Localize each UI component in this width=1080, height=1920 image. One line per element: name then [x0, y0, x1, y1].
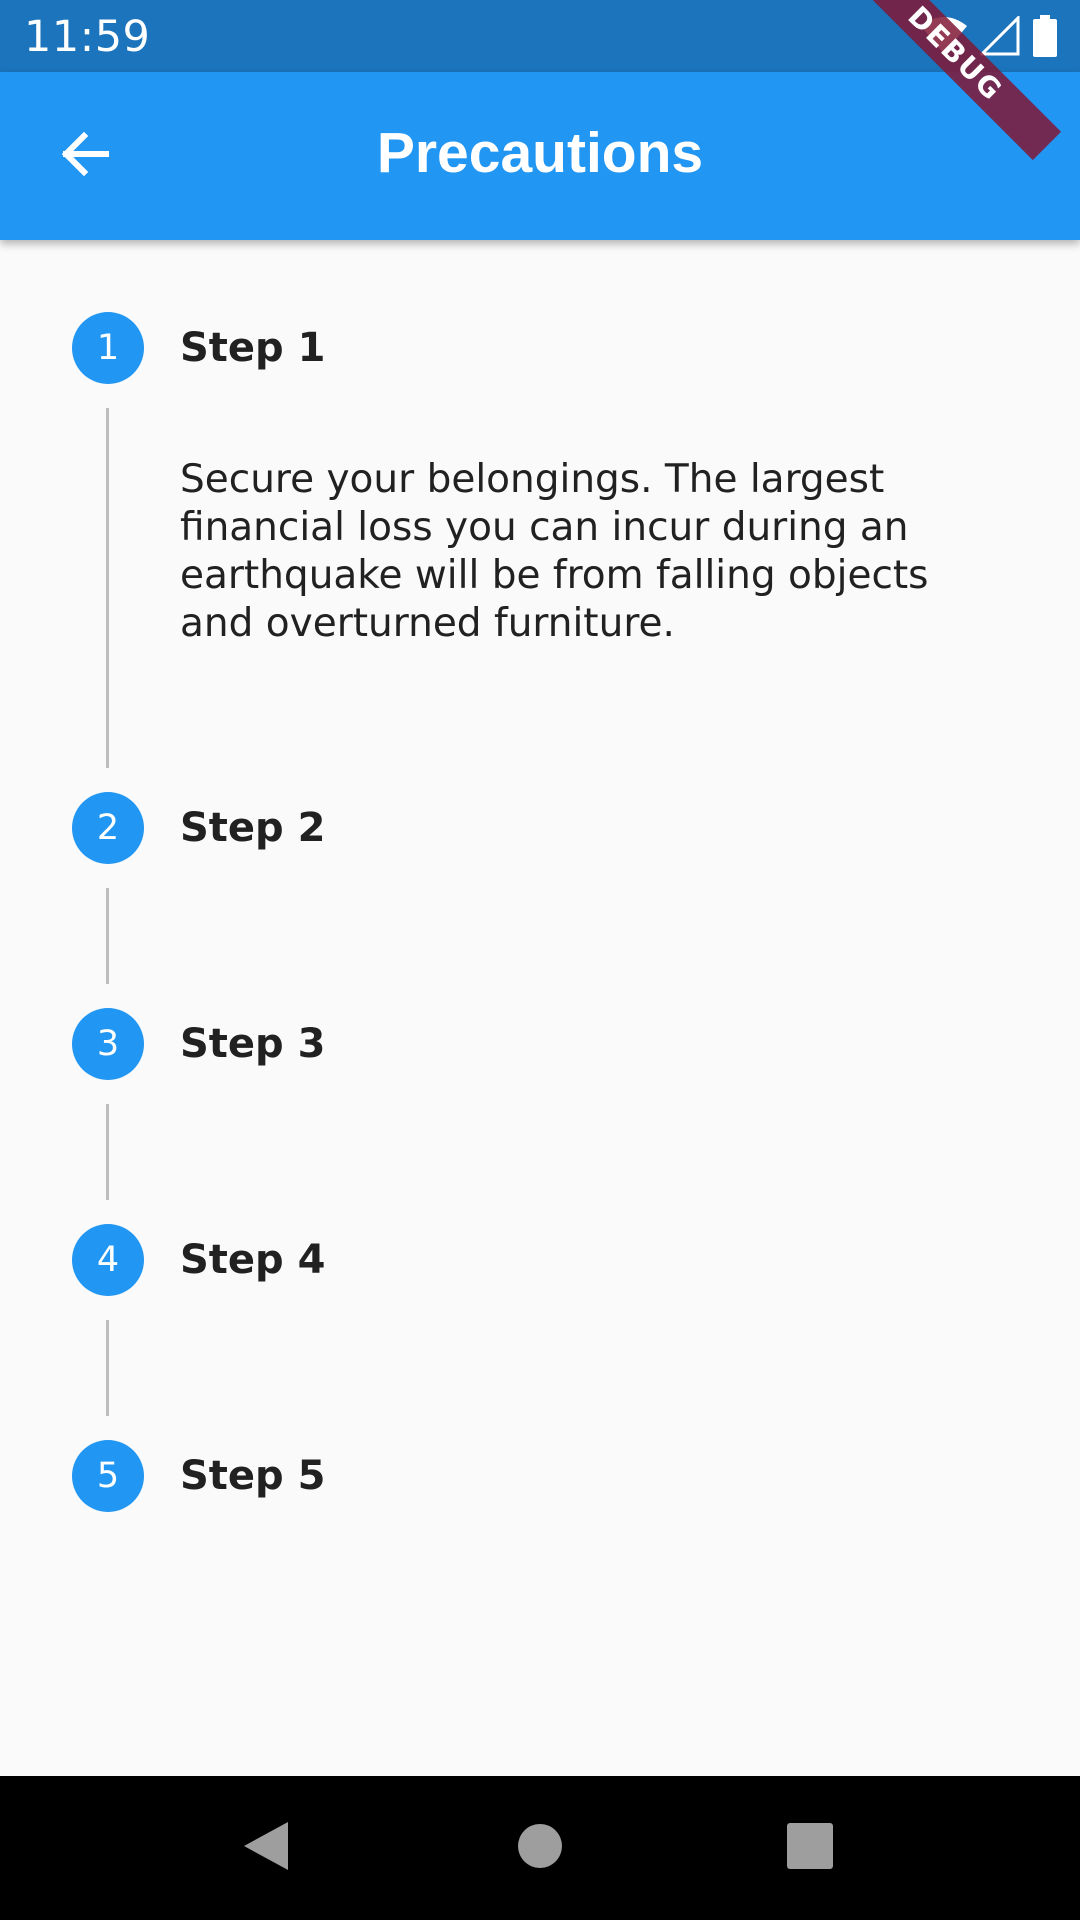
- step-title-5[interactable]: Step 5: [180, 1440, 325, 1512]
- step-indicator-5[interactable]: 5: [72, 1440, 144, 1512]
- step-connector-1: [106, 408, 109, 768]
- step-indicator-2[interactable]: 2: [72, 792, 144, 864]
- step-indicator-3[interactable]: 3: [72, 1008, 144, 1080]
- step-connector-2: [106, 888, 109, 984]
- signal-icon: [980, 16, 1020, 56]
- step-title-3[interactable]: Step 3: [180, 1008, 325, 1080]
- nav-recents-icon: [787, 1822, 833, 1874]
- step-connector-3: [106, 1104, 109, 1200]
- app-screen: 11:59 Precautions DEBUG 1 Step 1 Secure …: [0, 0, 1080, 1920]
- nav-recents-button[interactable]: [774, 1812, 846, 1884]
- step-connector-4: [106, 1320, 109, 1416]
- step-title-1[interactable]: Step 1: [180, 312, 325, 384]
- nav-back-button[interactable]: [230, 1812, 302, 1884]
- step-indicator-1[interactable]: 1: [72, 312, 144, 384]
- page-title: Precautions: [376, 121, 704, 185]
- nav-home-button[interactable]: [504, 1812, 576, 1884]
- status-time: 11:59: [24, 12, 151, 62]
- nav-home-icon: [517, 1823, 563, 1874]
- step-title-2[interactable]: Step 2: [180, 792, 325, 864]
- step-title-4[interactable]: Step 4: [180, 1224, 325, 1296]
- battery-icon: [1032, 15, 1058, 57]
- navigation-bar: [0, 1776, 1080, 1920]
- app-bar: Precautions: [0, 72, 1080, 240]
- step-indicator-4[interactable]: 4: [72, 1224, 144, 1296]
- step-content-1: Secure your belongings. The largest fina…: [180, 457, 929, 646]
- nav-back-icon: [242, 1820, 290, 1877]
